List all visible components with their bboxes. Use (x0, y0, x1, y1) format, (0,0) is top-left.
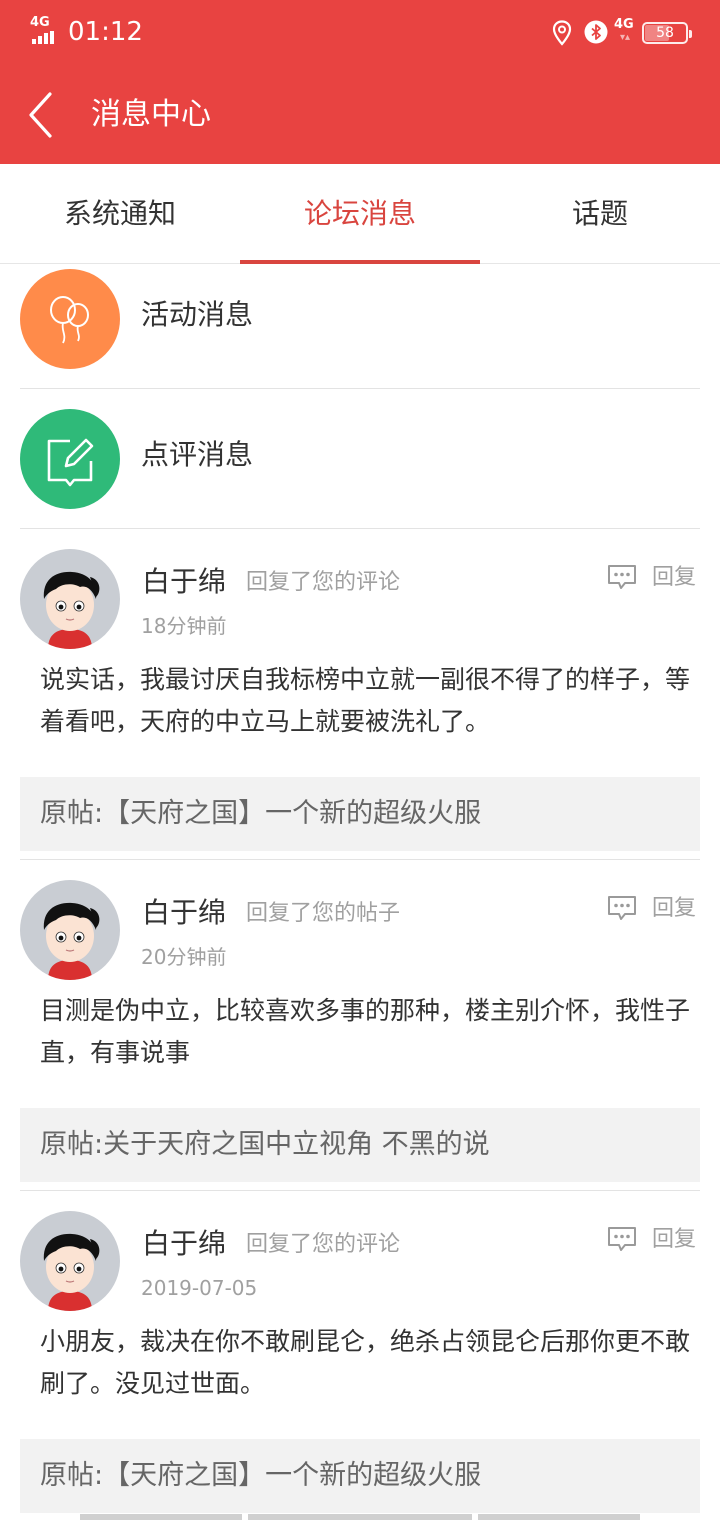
avatar[interactable] (20, 1211, 120, 1311)
action-text: 回复了您的评论 (246, 1232, 401, 1257)
bottom-bar-edge (80, 1514, 640, 1520)
message-time: 2019-07-05 (141, 1276, 258, 1300)
message-text: 目测是伪中立，比较喜欢多事的那种，楼主别介怀，我性子直，有事说事 (40, 996, 691, 1067)
reply-label: 回复 (652, 1227, 697, 1252)
bluetooth-icon (584, 20, 608, 44)
network-type-label: 4G (30, 15, 50, 30)
comment-icon (608, 896, 636, 920)
review-messages-entry[interactable]: 点评消息 (0, 399, 720, 539)
status-icons: 4G ▾▴ 58 (550, 17, 692, 48)
reply-button[interactable]: 回复 (606, 892, 700, 928)
activity-icon-badge (20, 269, 120, 369)
cellular-signal-icon: 4G (30, 16, 64, 44)
cartoon-boy-avatar (43, 902, 100, 980)
reply-button[interactable]: 回复 (606, 561, 700, 597)
reply-button[interactable]: 回复 (606, 1223, 700, 1259)
activity-messages-entry[interactable]: 活动消息 (0, 259, 720, 399)
avatar[interactable] (20, 549, 120, 649)
status-time: 01:12 (68, 17, 143, 47)
divider (20, 388, 700, 389)
message-card: 白于绵 回复了您的评论 18分钟前 回复 说实话，我最讨厌自我标榜中立就一副很不… (0, 529, 720, 859)
tab-forum-messages[interactable]: 论坛消息 (240, 164, 480, 264)
message-text: 小朋友，裁决在你不敢刷昆仑，绝杀占领昆仑后那你更不敢刷了。没见过世面。 (40, 1327, 691, 1398)
comment-icon (608, 1227, 636, 1251)
message-card: 白于绵 回复了您的帖子 20分钟前 回复 目测是伪中立，比较喜欢多事的那种，楼主… (0, 860, 720, 1190)
page-title: 消息中心 (91, 97, 211, 132)
status-bar: 4G 01:12 4G ▾▴ 58 (0, 0, 720, 66)
message-time: 20分钟前 (141, 945, 227, 969)
mobile-data-icon: 4G ▾▴ (614, 17, 634, 44)
username[interactable]: 白于绵 (142, 563, 226, 601)
username[interactable]: 白于绵 (142, 894, 226, 932)
review-icon-badge (20, 409, 120, 509)
cartoon-boy-avatar (43, 571, 100, 649)
reply-label: 回复 (652, 896, 697, 921)
battery-level: 58 (656, 25, 674, 41)
activity-messages-label: 活动消息 (141, 298, 254, 331)
action-text: 回复了您的评论 (246, 570, 401, 595)
location-icon (552, 20, 572, 46)
avatar[interactable] (20, 880, 120, 980)
message-time: 18分钟前 (141, 614, 227, 638)
cartoon-boy-avatar (43, 1233, 100, 1311)
username[interactable]: 白于绵 (142, 1225, 226, 1263)
reply-label: 回复 (652, 565, 697, 590)
message-text: 说实话，我最讨厌自我标榜中立就一副很不得了的样子，等着看吧，天府的中立马上就要被… (40, 665, 691, 736)
battery-icon: 58 (642, 22, 692, 44)
original-post-link[interactable]: 原帖:关于天府之国中立视角 不黑的说 (20, 1108, 700, 1182)
message-card: 白于绵 回复了您的评论 2019-07-05 回复 小朋友，裁决在你不敢刷昆仑，… (0, 1191, 720, 1520)
tab-topics[interactable]: 话题 (480, 164, 720, 264)
comment-icon (608, 565, 636, 589)
app-header: 4G 01:12 4G ▾▴ 58 消息中心 (0, 0, 720, 164)
action-text: 回复了您的帖子 (246, 901, 401, 926)
tab-system-notice[interactable]: 系统通知 (0, 164, 240, 264)
review-messages-label: 点评消息 (141, 438, 254, 471)
network-type-label-right: 4G (614, 17, 634, 32)
chevron-left-icon (29, 92, 52, 138)
edit-comment-icon (47, 438, 94, 487)
balloon-icon (50, 296, 89, 344)
original-post-link[interactable]: 原帖:【天府之国】一个新的超级火服 (20, 777, 700, 851)
tab-bar: 系统通知 论坛消息 话题 (0, 164, 720, 264)
original-post-link[interactable]: 原帖:【天府之国】一个新的超级火服 (20, 1439, 700, 1513)
back-button[interactable] (22, 88, 66, 142)
